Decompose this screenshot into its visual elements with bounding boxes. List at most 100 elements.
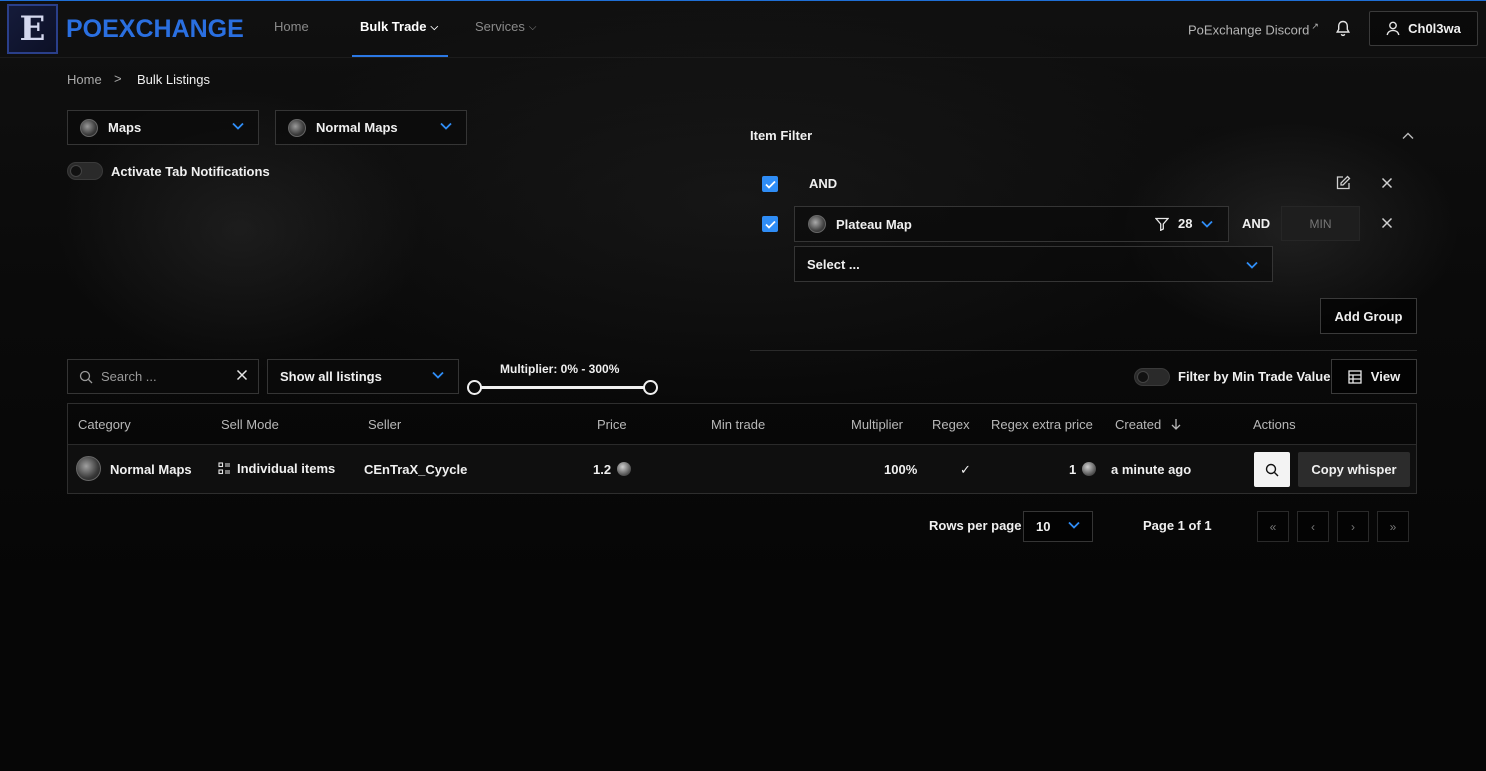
- view-button[interactable]: View: [1331, 359, 1417, 394]
- header-price[interactable]: Price: [597, 417, 627, 432]
- last-page-button[interactable]: »: [1377, 511, 1409, 542]
- rows-per-page-label: Rows per page: [929, 518, 1022, 533]
- filter-count: 28: [1178, 216, 1193, 231]
- currency-orb-icon: [1082, 462, 1097, 476]
- min-trade-label: Filter by Min Trade Value: [1178, 369, 1331, 384]
- sell-mode-label: Individual items: [237, 461, 336, 476]
- user-menu-button[interactable]: Ch0l3wa: [1369, 11, 1478, 46]
- cell-multiplier: 100%: [884, 462, 918, 477]
- tab-notifications-label: Activate Tab Notifications: [111, 164, 270, 179]
- subcategory-select[interactable]: Normal Maps: [275, 110, 467, 145]
- map-icon: [76, 456, 101, 481]
- logo-letter: E: [19, 9, 46, 49]
- header-created-label: Created: [1115, 417, 1162, 432]
- filter-divider: [750, 350, 1417, 351]
- cell-created: a minute ago: [1111, 462, 1192, 477]
- rows-per-page-select[interactable]: 10: [1023, 511, 1093, 542]
- nav-bulk-trade[interactable]: Bulk Trade ⌵: [360, 19, 438, 34]
- user-icon: [1386, 21, 1400, 36]
- arrow-down-icon: [1171, 419, 1181, 430]
- min-trade-toggle[interactable]: [1134, 368, 1170, 386]
- rows-per-page-value: 10: [1036, 519, 1051, 534]
- cell-price: 1.2: [593, 462, 632, 477]
- nav-bulk-trade-label: Bulk Trade: [360, 19, 427, 34]
- brand-name[interactable]: POEXCHANGE: [66, 15, 244, 44]
- nav-home-label: Home: [274, 19, 309, 34]
- header-regex[interactable]: Regex: [932, 417, 970, 432]
- chevron-down-icon: ⌵: [528, 22, 537, 33]
- item-operator[interactable]: AND: [1242, 216, 1270, 231]
- item-select[interactable]: Select ...: [794, 246, 1273, 282]
- site-logo[interactable]: E: [7, 4, 58, 54]
- multiplier-min-handle[interactable]: [467, 380, 482, 395]
- search-listing-button[interactable]: [1254, 452, 1290, 487]
- tab-notifications-toggle[interactable]: [67, 162, 103, 180]
- nav-home[interactable]: Home: [274, 19, 309, 34]
- header-sell-mode[interactable]: Sell Mode: [221, 417, 279, 432]
- multiplier-label: Multiplier: 0% - 300%: [500, 362, 620, 376]
- subcategory-value: Normal Maps: [316, 120, 398, 135]
- next-page-button[interactable]: ›: [1337, 511, 1369, 542]
- chevron-up-icon[interactable]: [1402, 128, 1414, 143]
- username: Ch0l3wa: [1408, 21, 1461, 36]
- cell-category: Normal Maps: [110, 462, 192, 477]
- table-header: Category Sell Mode Seller Price Min trad…: [68, 404, 1416, 445]
- chevron-down-icon: [1246, 261, 1258, 269]
- multiplier-max-handle[interactable]: [643, 380, 658, 395]
- map-icon: [80, 118, 98, 137]
- list-icon: [218, 462, 230, 475]
- first-page-button[interactable]: «: [1257, 511, 1289, 542]
- item-filter-title: Item Filter: [750, 128, 813, 143]
- filter-count-control[interactable]: 28: [1155, 216, 1214, 231]
- chevron-down-icon: [440, 122, 452, 130]
- toggle-knob: [1137, 371, 1149, 383]
- group-checkbox[interactable]: [762, 176, 778, 192]
- chevron-down-icon: [1068, 521, 1080, 529]
- prev-page-button[interactable]: ‹: [1297, 511, 1329, 542]
- header-created[interactable]: Created: [1115, 417, 1181, 432]
- item-select-placeholder: Select ...: [807, 256, 860, 272]
- category-select[interactable]: Maps: [67, 110, 259, 145]
- regex-extra-price-value: 1: [1069, 462, 1077, 477]
- chevron-down-icon: [432, 371, 444, 379]
- breadcrumb-home[interactable]: Home: [67, 72, 102, 87]
- close-icon[interactable]: [1381, 177, 1393, 192]
- top-navbar: E POEXCHANGE Home Bulk Trade ⌵ Services ⌵ …: [0, 0, 1486, 58]
- map-icon: [808, 215, 826, 233]
- search-input[interactable]: Search ...: [67, 359, 259, 394]
- multiplier-slider-track[interactable]: [476, 386, 651, 389]
- add-group-button[interactable]: Add Group: [1320, 298, 1417, 334]
- min-input[interactable]: MIN: [1281, 206, 1360, 241]
- cell-sell-mode: Individual items: [218, 461, 335, 476]
- header-seller[interactable]: Seller: [368, 417, 401, 432]
- close-icon[interactable]: [236, 369, 248, 381]
- header-min-trade[interactable]: Min trade: [711, 417, 765, 432]
- header-regex-extra-price[interactable]: Regex extra price: [991, 417, 1093, 432]
- funnel-icon: [1155, 217, 1169, 231]
- copy-whisper-button[interactable]: Copy whisper: [1298, 452, 1410, 487]
- category-value: Maps: [108, 120, 142, 135]
- discord-link[interactable]: PoExchange Discord ↗: [1188, 21, 1319, 37]
- item-checkbox[interactable]: [762, 216, 778, 232]
- toggle-knob: [70, 165, 82, 177]
- cell-seller[interactable]: CEnTraX_Cyycle: [364, 462, 467, 477]
- edit-icon[interactable]: [1335, 175, 1351, 194]
- check-icon: [764, 180, 776, 189]
- bell-icon[interactable]: [1335, 20, 1351, 40]
- header-category[interactable]: Category: [78, 417, 131, 432]
- header-multiplier[interactable]: Multiplier: [851, 417, 903, 432]
- group-operator[interactable]: AND: [809, 176, 837, 191]
- nav-services[interactable]: Services ⌵: [475, 19, 536, 34]
- listing-mode-value: Show all listings: [280, 369, 382, 384]
- map-icon: [288, 118, 306, 137]
- header-actions: Actions: [1253, 417, 1296, 432]
- view-label: View: [1370, 369, 1401, 384]
- listing-mode-select[interactable]: Show all listings: [267, 359, 459, 394]
- close-icon[interactable]: [1381, 217, 1393, 232]
- filter-item-name: Plateau Map: [836, 216, 912, 232]
- table-row: Normal Maps Individual items CEnTraX_Cyy…: [68, 445, 1416, 493]
- page-info: Page 1 of 1: [1143, 518, 1212, 533]
- nav-services-label: Services: [475, 19, 525, 34]
- listings-table: Category Sell Mode Seller Price Min trad…: [67, 403, 1417, 494]
- breadcrumb-separator: >: [114, 71, 122, 86]
